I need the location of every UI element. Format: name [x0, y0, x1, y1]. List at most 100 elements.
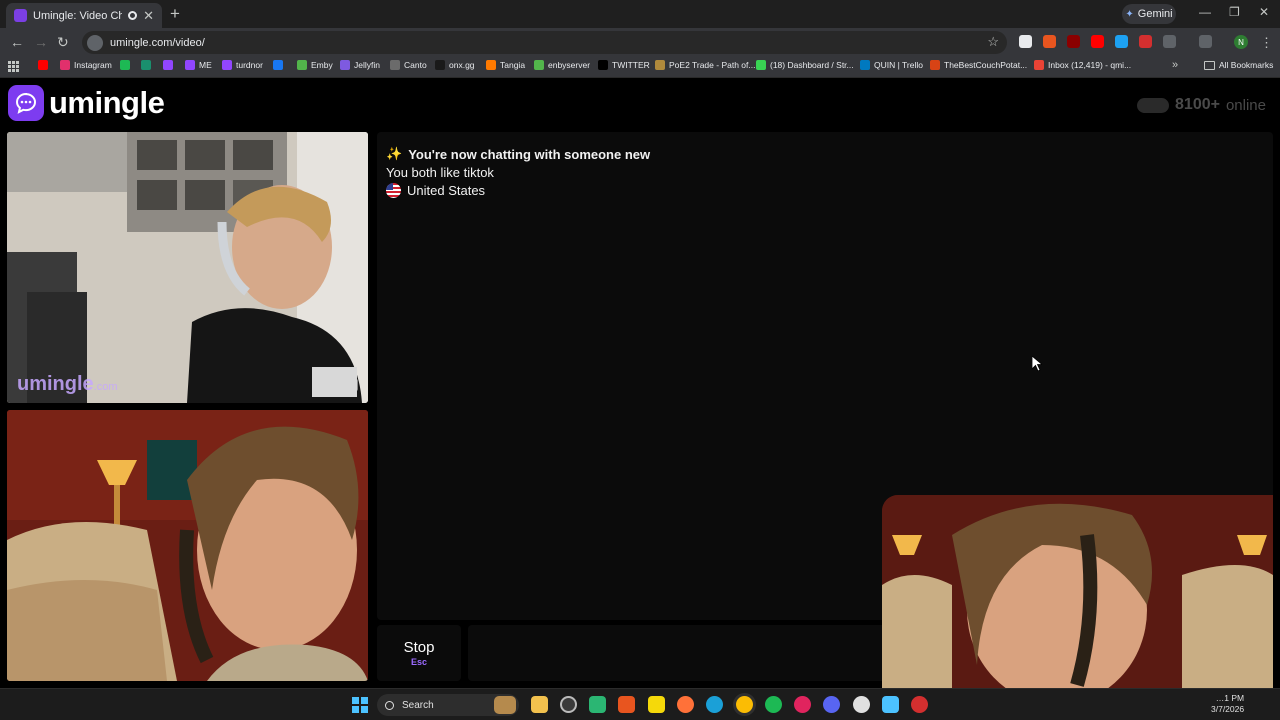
report-flag-icon[interactable]	[344, 379, 358, 391]
extensions-puzzle-icon[interactable]	[1163, 35, 1176, 48]
site-info-icon[interactable]	[87, 34, 103, 51]
browser-tab-strip: Umingle: Video Chat with S ✕ + ✦ Gemini …	[0, 0, 1280, 28]
edge-icon[interactable]	[706, 696, 723, 713]
bookmark-favicon-icon	[756, 60, 766, 70]
bookmark-item[interactable]: Jellyfin	[340, 60, 380, 70]
system-clock[interactable]: …1 PM 3/7/2026	[1211, 693, 1244, 715]
online-toggle[interactable]	[1137, 97, 1170, 113]
notepad-icon[interactable]	[882, 696, 899, 713]
file-explorer-icon[interactable]	[531, 696, 548, 713]
windows-start-icon[interactable]	[352, 697, 368, 713]
bookmark-label: (18) Dashboard / Str...	[770, 60, 854, 70]
chrome-icon[interactable]	[736, 696, 753, 713]
bookmark-item[interactable]	[273, 60, 283, 70]
bookmarks-bar: Instagram ME turdnor Emby Jellyfin Canto onx.g…	[0, 56, 1280, 78]
extension-youtube-icon[interactable]	[1091, 35, 1104, 48]
bookmark-favicon-icon	[340, 60, 350, 70]
bookmark-item[interactable]: Emby	[297, 60, 333, 70]
bookmark-label: PoE2 Trade - Path of...	[669, 60, 756, 70]
more-bookmarks-icon[interactable]: »	[1172, 59, 1178, 71]
bookmark-favicon-icon	[1034, 60, 1044, 70]
bookmark-item[interactable]: turdnor	[222, 60, 263, 70]
extension-fox-icon[interactable]	[1043, 35, 1056, 48]
reload-icon[interactable]: ↻	[57, 34, 69, 51]
bookmark-favicon-icon	[598, 60, 608, 70]
stranger-video-frame	[7, 132, 368, 403]
app-red-icon[interactable]	[794, 696, 811, 713]
window-close-button[interactable]: ✕	[1259, 5, 1269, 19]
window-minimize-button[interactable]: —	[1199, 5, 1211, 19]
bookmark-item[interactable]: ME	[185, 60, 212, 70]
firefox-icon[interactable]	[677, 696, 694, 713]
stop-label: Stop	[403, 639, 435, 656]
bookmark-favicon-icon	[185, 60, 195, 70]
window-maximize-button[interactable]: ❐	[1229, 5, 1240, 19]
spotify-icon[interactable]	[765, 696, 782, 713]
apps-grid-icon[interactable]	[8, 61, 19, 72]
umingle-page: umingle 8100+ online umingle.com ✨ You'r…	[0, 79, 1280, 688]
bookmark-item[interactable]: TWITTER	[598, 60, 650, 70]
bookmark-item[interactable]	[38, 60, 48, 70]
bookmark-favicon-icon	[38, 60, 48, 70]
us-flag-icon	[386, 183, 401, 198]
chat-message-text: You both like tiktok	[386, 165, 494, 180]
forward-arrow-icon[interactable]: →	[34, 34, 48, 50]
bookmark-favicon-icon	[297, 60, 307, 70]
stop-button[interactable]: Stop Esc	[377, 625, 461, 681]
gemini-label: Gemini	[1137, 8, 1173, 20]
extension-blue-icon[interactable]	[1115, 35, 1128, 48]
discord-icon[interactable]	[823, 696, 840, 713]
umingle-brand[interactable]: umingle	[8, 85, 165, 121]
app-record-icon[interactable]	[911, 696, 928, 713]
bookmark-item[interactable]: Instagram	[60, 60, 112, 70]
umingle-favicon	[14, 9, 27, 22]
bookmark-item[interactable]: QUIN | Trello	[860, 60, 923, 70]
umingle-watermark: umingle.com	[17, 373, 118, 395]
browser-tab-active[interactable]: Umingle: Video Chat with S ✕	[6, 3, 162, 28]
browser-menu-icon[interactable]: ⋮	[1260, 35, 1273, 51]
bookmark-label: onx.gg	[449, 60, 475, 70]
bookmark-label: Emby	[311, 60, 333, 70]
gemini-button[interactable]: ✦ Gemini	[1122, 4, 1176, 24]
tab-close-icon[interactable]: ✕	[143, 8, 154, 24]
bookmark-label: TWITTER	[612, 60, 650, 70]
bookmark-label: QUIN | Trello	[874, 60, 923, 70]
online-counter: 8100+ online	[1137, 96, 1266, 114]
app-orange-icon[interactable]	[618, 696, 635, 713]
bookmark-item[interactable]	[141, 60, 151, 70]
bookmark-item[interactable]: enbyserver	[534, 60, 590, 70]
bookmark-item[interactable]: Tangia	[486, 60, 525, 70]
address-bar[interactable]: umingle.com/video/ ☆	[82, 31, 1007, 54]
bookmark-star-icon[interactable]: ☆	[987, 34, 999, 50]
bookmark-item[interactable]: PoE2 Trade - Path of...	[655, 60, 755, 70]
bookmark-favicon-icon	[141, 60, 151, 70]
bookmark-favicon-icon	[273, 60, 283, 70]
taskbar-search[interactable]: Search	[377, 694, 519, 716]
chat-message-text: You're now chatting with someone new	[408, 146, 651, 162]
play-app-icon[interactable]	[589, 696, 606, 713]
bookmark-item[interactable]: Inbox (12,419) - qmi...	[1034, 60, 1131, 70]
settings-gear-icon[interactable]	[853, 696, 870, 713]
new-tab-button[interactable]: +	[170, 4, 180, 24]
bookmark-favicon-icon	[486, 60, 496, 70]
extension-shield-icon[interactable]	[1139, 35, 1152, 48]
extension-red-icon[interactable]	[1067, 35, 1080, 48]
bookmark-item[interactable]: Canto	[390, 60, 427, 70]
bookmark-item[interactable]	[120, 60, 130, 70]
app-circle-icon[interactable]	[560, 696, 577, 713]
bookmark-item[interactable]	[163, 60, 173, 70]
all-bookmarks-button[interactable]: All Bookmarks	[1204, 60, 1273, 70]
side-panel-icon[interactable]	[1199, 35, 1212, 48]
bookmark-favicon-icon	[60, 60, 70, 70]
sticky-notes-icon[interactable]	[648, 696, 665, 713]
bookmark-item[interactable]: (18) Dashboard / Str...	[756, 60, 854, 70]
bookmark-item[interactable]: TheBestCouchPotat...	[930, 60, 1027, 70]
bookmark-favicon-icon	[120, 60, 130, 70]
bookmark-item[interactable]: onx.gg	[435, 60, 475, 70]
self-view-video	[882, 495, 1273, 688]
extension-k-icon[interactable]	[1019, 35, 1032, 48]
gemini-sparkle-icon: ✦	[1125, 8, 1134, 20]
profile-avatar[interactable]: N	[1234, 35, 1248, 49]
back-arrow-icon[interactable]: ←	[10, 34, 24, 50]
chat-message-shared-interest: You both like tiktok	[386, 165, 494, 180]
